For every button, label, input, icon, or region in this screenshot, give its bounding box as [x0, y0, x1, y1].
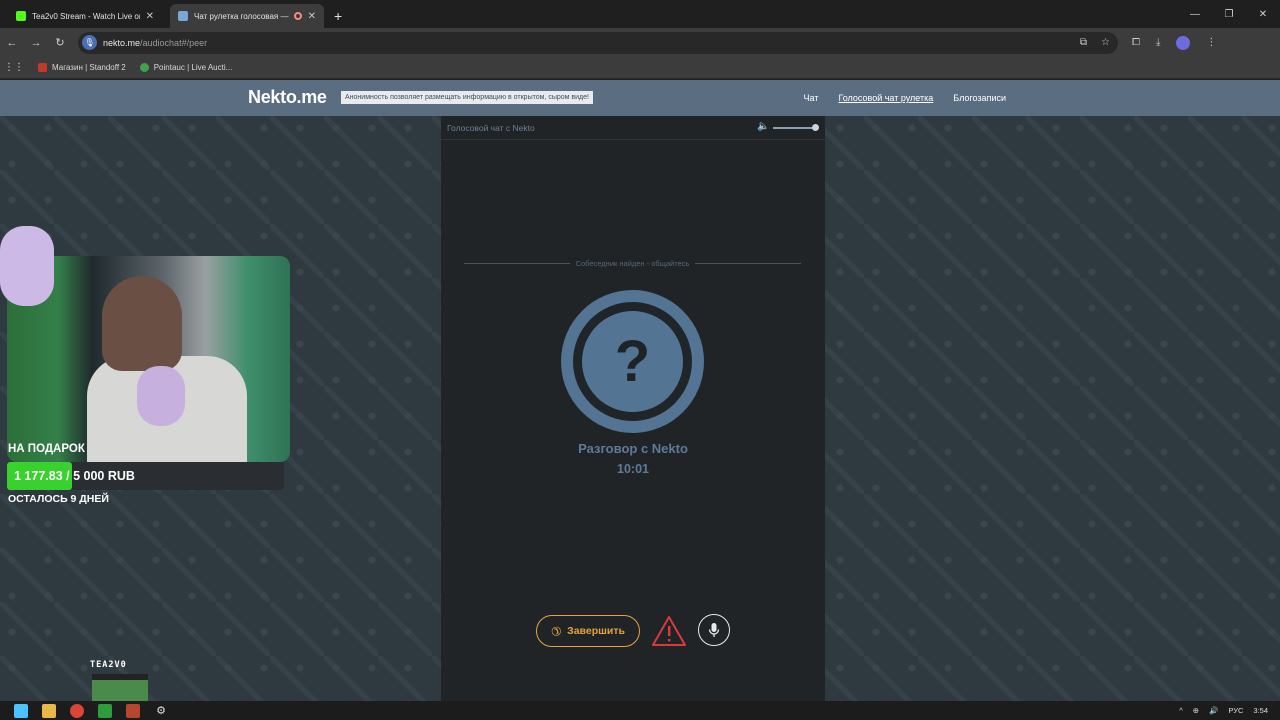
file-explorer-icon[interactable] — [42, 703, 56, 718]
screen: Tea2v0 Stream - Watch Live on ✕ Чат руле… — [0, 0, 1280, 720]
forward-icon[interactable]: → — [24, 37, 48, 49]
clock[interactable]: 3:54 — [1253, 706, 1268, 715]
channel-name: TEA2V0 — [90, 660, 127, 670]
extensions-icon[interactable]: ⧠ — [1132, 37, 1140, 48]
status-text: Собеседник найден - общайтесь — [575, 258, 690, 268]
profile-avatar[interactable] — [1176, 35, 1191, 50]
divider-line — [695, 262, 801, 264]
plush-toy — [137, 366, 185, 426]
menu-icon[interactable]: ⋮ — [1206, 37, 1216, 48]
site-header: Nekto.me Анонимность позволяет размещать… — [0, 80, 1280, 116]
pointauc-icon — [139, 63, 149, 72]
conversation-title: Разговор с Nekto — [578, 441, 688, 456]
volume-icon[interactable]: 🔈 — [757, 121, 769, 132]
nav-chat[interactable]: Чат — [804, 93, 819, 103]
site-tagline: Анонимность позволяет размещать информац… — [341, 91, 593, 104]
tab-twitch-stream[interactable]: Tea2v0 Stream - Watch Live on ✕ — [8, 4, 162, 28]
donation-goal-label: НА ПОДАРОК — [8, 443, 85, 455]
voice-chat-panel: Голосовой чат с Nekto 🔈 Собеседник найде… — [441, 116, 825, 701]
language-indicator[interactable]: РУС — [1228, 706, 1243, 715]
start-icon[interactable] — [14, 703, 28, 718]
microphone-icon — [708, 623, 720, 637]
new-tab-button[interactable]: + — [334, 4, 342, 28]
question-mark-icon: ? — [582, 311, 683, 412]
address-bar[interactable]: 🎙 nekto.me /audiochat#/peer ⧉ ☆ — [78, 31, 1118, 54]
standoff-icon — [38, 63, 47, 72]
microphone-button[interactable] — [698, 614, 730, 646]
site-info-icon[interactable]: 🎙 — [82, 35, 97, 50]
bookmark-label: Магазин | Standoff 2 — [52, 63, 126, 72]
reload-icon[interactable]: ↻ — [48, 36, 72, 49]
plush-toy-sticker — [0, 226, 54, 306]
url-host: nekto.me — [103, 37, 141, 48]
bookmark-label: Pointauc | Live Aucti... — [153, 63, 233, 72]
chrome-icon[interactable] — [70, 703, 84, 718]
bookmark-pointauc[interactable]: Pointauc | Live Aucti... — [139, 63, 233, 72]
avatar-ring: ? — [573, 302, 692, 421]
apps-icon[interactable]: ⋮⋮ — [4, 62, 24, 73]
tray-expand-icon[interactable]: ^ — [1179, 706, 1183, 715]
peer-avatar: ? — [561, 290, 704, 433]
url-path: /audiochat#/peer — [140, 37, 208, 48]
donation-progress-bar: 1 177.83 / 5 000 RUB — [7, 462, 284, 490]
pixel-character-overlay: TEA2V0 — [88, 660, 160, 701]
report-warning-icon[interactable] — [651, 614, 687, 648]
close-icon[interactable]: ✕ — [308, 11, 316, 22]
browser-tabstrip: Tea2v0 Stream - Watch Live on ✕ Чат руле… — [0, 0, 1280, 28]
nav-blog[interactable]: Блогозаписи — [953, 93, 1006, 103]
panel-title: Голосовой чат с Nekto — [447, 123, 535, 133]
window-controls: — ❐ ✕ — [1178, 0, 1280, 28]
tab-title: Чат рулетка голосовая — — [194, 11, 289, 21]
volume-slider[interactable] — [773, 127, 815, 129]
bookmarks-bar: ⋮⋮ Магазин | Standoff 2 Pointauc | Live … — [0, 57, 1280, 79]
windows-taskbar: ⚙ ^ ⊕ 🔊 РУС 3:54 — [0, 701, 1280, 720]
cast-icon[interactable]: ⧉ — [1080, 37, 1087, 48]
site-nav: Чат Голосовой чат рулетка Блогозаписи — [804, 93, 1006, 103]
network-icon[interactable]: ⊕ — [1193, 706, 1199, 715]
app-icon[interactable] — [98, 703, 112, 718]
app-icon[interactable] — [126, 703, 140, 718]
close-window-icon[interactable]: ✕ — [1246, 9, 1280, 20]
end-call-button[interactable]: ✆ Завершить — [536, 615, 640, 647]
nekto-icon — [178, 11, 188, 21]
call-timer: 10:01 — [617, 462, 649, 476]
donation-current: 1 177.83 — [14, 469, 63, 483]
settings-icon[interactable]: ⚙ — [154, 704, 168, 718]
status-divider: Собеседник найден - общайтесь — [464, 257, 801, 269]
speaker-icon[interactable]: 🔊 — [1209, 706, 1218, 715]
donation-amount: 1 177.83 / 5 000 RUB — [14, 469, 135, 483]
divider-line — [464, 262, 570, 264]
back-icon[interactable]: ← — [0, 37, 24, 49]
recording-icon — [293, 12, 302, 20]
kick-icon — [16, 11, 26, 21]
browser-toolbar: ← → ↻ 🎙 nekto.me /audiochat#/peer ⧉ ☆ ⧠ … — [0, 28, 1280, 57]
donation-target: / 5 000 RUB — [62, 469, 135, 483]
tab-nekto-chat[interactable]: Чат рулетка голосовая — ✕ — [170, 4, 324, 28]
bookmark-standoff[interactable]: Магазин | Standoff 2 — [38, 63, 126, 72]
minimize-icon[interactable]: — — [1178, 9, 1212, 20]
days-left-label: ОСТАЛОСЬ 9 ДНЕЙ — [8, 493, 109, 505]
site-logo[interactable]: Nekto.me — [248, 87, 327, 108]
phone-hangup-icon: ✆ — [547, 622, 565, 640]
tab-title: Tea2v0 Stream - Watch Live on — [32, 11, 140, 21]
end-call-label: Завершить — [567, 625, 625, 637]
bookmark-star-icon[interactable]: ☆ — [1101, 37, 1110, 48]
volume-slider-handle[interactable] — [812, 124, 819, 131]
restore-icon[interactable]: ❐ — [1212, 9, 1246, 20]
download-icon[interactable]: ⤓ — [1156, 37, 1160, 48]
system-tray: ^ ⊕ 🔊 РУС 3:54 — [1179, 706, 1280, 715]
nav-voice-chat[interactable]: Голосовой чат рулетка — [838, 93, 933, 103]
panel-header: Голосовой чат с Nekto 🔈 — [441, 116, 825, 140]
streamer-head — [102, 276, 182, 371]
close-icon[interactable]: ✕ — [146, 11, 154, 22]
pixel-character — [92, 674, 148, 701]
